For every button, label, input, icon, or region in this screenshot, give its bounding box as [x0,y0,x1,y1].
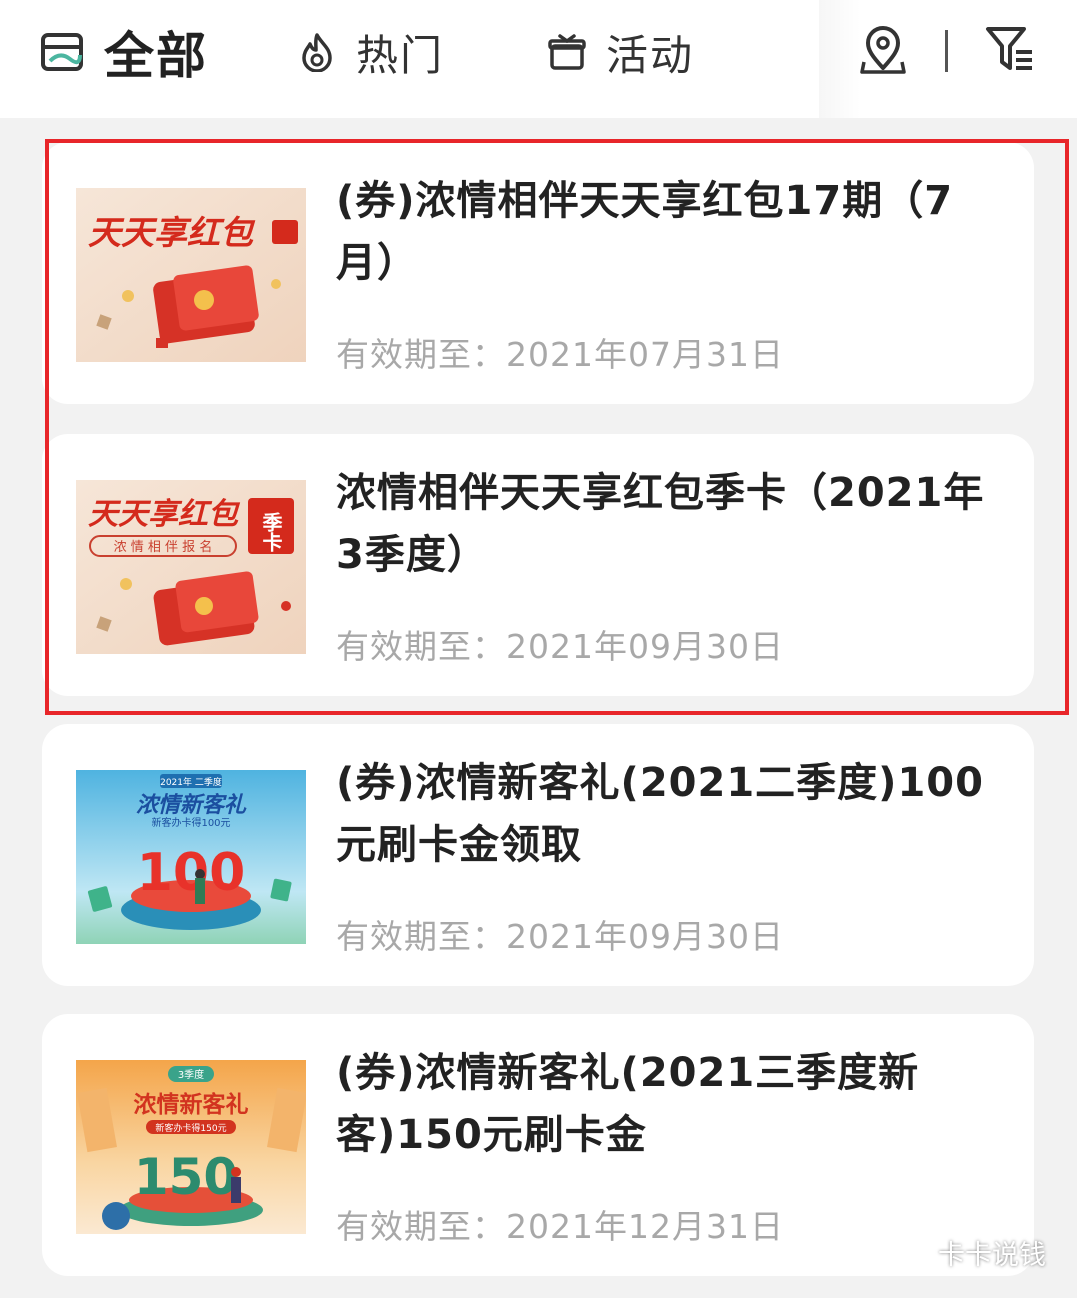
thumb-top: 2021年 二季度 [160,776,222,788]
coupon-title: (券)浓情新客礼(2021三季度新客)150元刷卡金 [336,1050,920,1158]
location-pin-icon [860,26,906,74]
thumb-sub: 新客办卡得100元 [151,816,230,829]
coupon-thumbnail: 天天享红包 季卡 浓 情 相 伴 报 名 [76,480,306,654]
coupon-title: 浓情相伴天天享红包季卡（2021年3季度） [336,470,985,578]
coupon-expiry: 有效期至：2021年07月31日 [336,335,784,374]
tab-activity-label: 活动 [606,30,695,80]
thumb-sub: 浓 情 相 伴 报 名 [114,539,213,555]
filter-button[interactable] [984,24,1036,78]
coupon-card[interactable]: 2021年 二季度 浓情新客礼 新客办卡得100元 100 (券)浓情新客礼(2… [42,724,1034,986]
top-tab-bar: 全部 热门 活动 [0,0,1077,118]
coupon-thumbnail: 2021年 二季度 浓情新客礼 新客办卡得100元 100 [76,770,306,944]
coupon-card[interactable]: 3季度 浓情新客礼 新客办卡得150元 150 (券)浓情新客礼(2021三季度… [42,1014,1034,1276]
tab-activity[interactable]: 活动 [548,24,694,80]
thumb-heading: 浓情新客礼 [136,792,247,818]
coupon-title: (券)浓情新客礼(2021二季度)100元刷卡金领取 [336,760,984,868]
toolbar-divider [945,30,948,72]
thumb-number: 100 [137,843,246,903]
coupon-expiry: 有效期至：2021年12月31日 [336,1207,784,1246]
thumb-number: 150 [134,1148,238,1206]
thumb-sub: 新客办卡得150元 [155,1122,226,1134]
tab-all-label: 全部 [104,27,208,85]
watermark-text: 卡卡说钱 [938,1239,1046,1271]
thumb-heading: 浓情新客礼 [134,1091,249,1118]
watermark: 卡卡说钱 [890,1232,1046,1272]
thumb-badge: 季卡 [259,512,283,553]
coupon-title: (券)浓情相伴天天享红包17期（7月） [336,178,954,286]
coupon-thumbnail: 3季度 浓情新客礼 新客办卡得150元 150 [76,1060,306,1234]
flame-icon [302,33,332,72]
filter-icon [986,27,1032,70]
coupon-card[interactable]: 天天享红包 季卡 浓 情 相 伴 报 名 浓情相伴天天享红包季卡（2021年3季… [42,434,1034,696]
wechat-icon [890,1236,929,1267]
gift-icon [548,34,586,70]
coupon-expiry: 有效期至：2021年09月30日 [336,627,784,666]
tab-hot[interactable]: 热门 [298,24,444,80]
tab-all[interactable]: 全部 [40,24,208,85]
coupon-expiry: 有效期至：2021年09月30日 [336,917,784,956]
thumb-heading: 天天享红包 [88,213,256,252]
thumb-heading: 天天享红包 [88,497,241,532]
thumb-top: 3季度 [178,1068,204,1081]
wallet-icon [41,33,83,71]
coupon-thumbnail: 天天享红包 [76,188,306,362]
tab-hot-label: 热门 [356,30,445,80]
location-button[interactable] [858,26,908,80]
coupon-card[interactable]: 天天享红包 (券)浓情相伴天天享红包17期（7月） 有效期至：2021年07月3… [42,142,1034,404]
